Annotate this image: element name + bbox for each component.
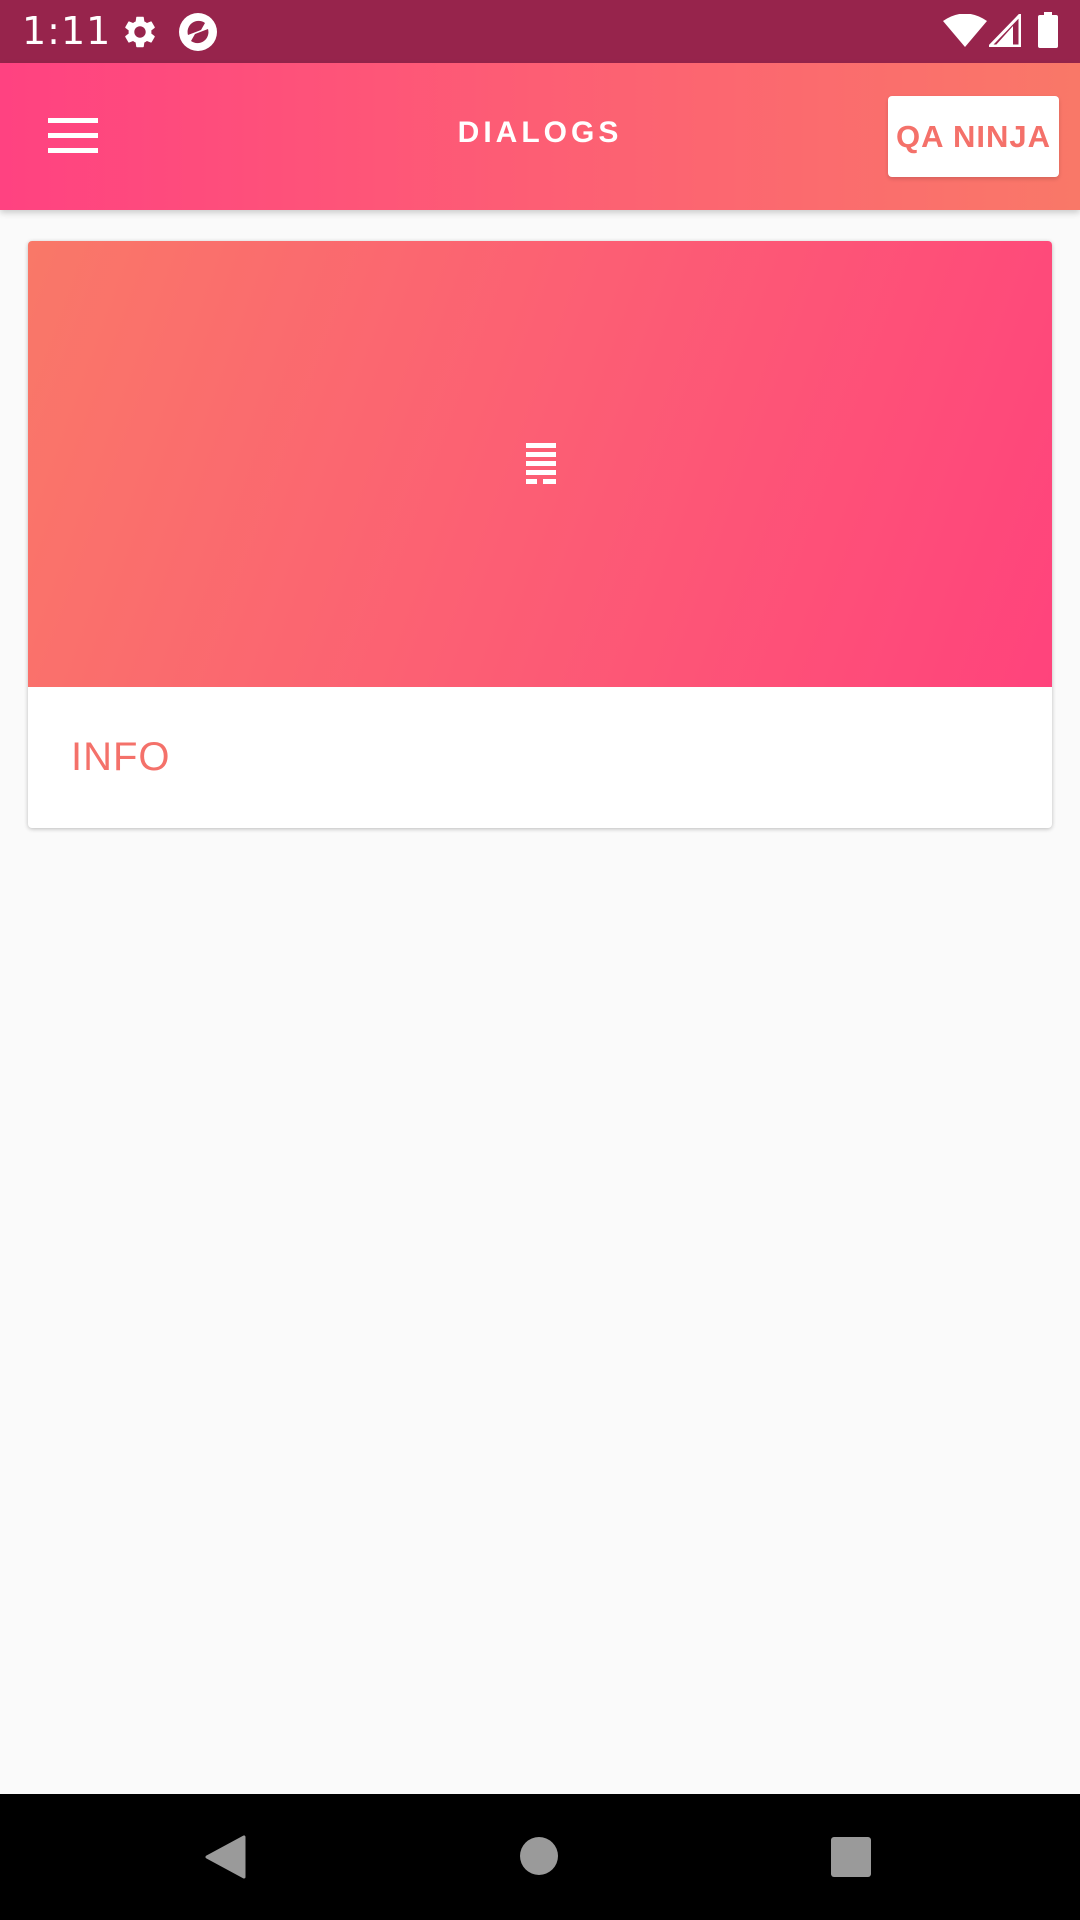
navigation-bar	[0, 1794, 1080, 1920]
card-label: INFO	[71, 735, 171, 779]
sync-app-icon	[179, 13, 217, 51]
battery-icon	[1038, 12, 1058, 48]
back-icon[interactable]	[203, 1835, 247, 1879]
info-card[interactable]: INFO	[28, 241, 1052, 828]
card-media	[28, 241, 1052, 687]
qa-ninja-button[interactable]: QA NINJA	[888, 96, 1059, 177]
status-time: 1:11	[22, 9, 112, 53]
page-title: DIALOGS	[457, 116, 623, 149]
settings-icon	[125, 16, 155, 48]
menu-button[interactable]	[30, 101, 115, 171]
status-bar: 1:11	[0, 0, 1080, 63]
recents-icon[interactable]	[831, 1837, 871, 1877]
wifi-icon	[943, 14, 987, 47]
home-icon[interactable]	[519, 1836, 559, 1876]
notes-lines-icon	[526, 443, 556, 484]
signal-icon	[989, 14, 1021, 47]
